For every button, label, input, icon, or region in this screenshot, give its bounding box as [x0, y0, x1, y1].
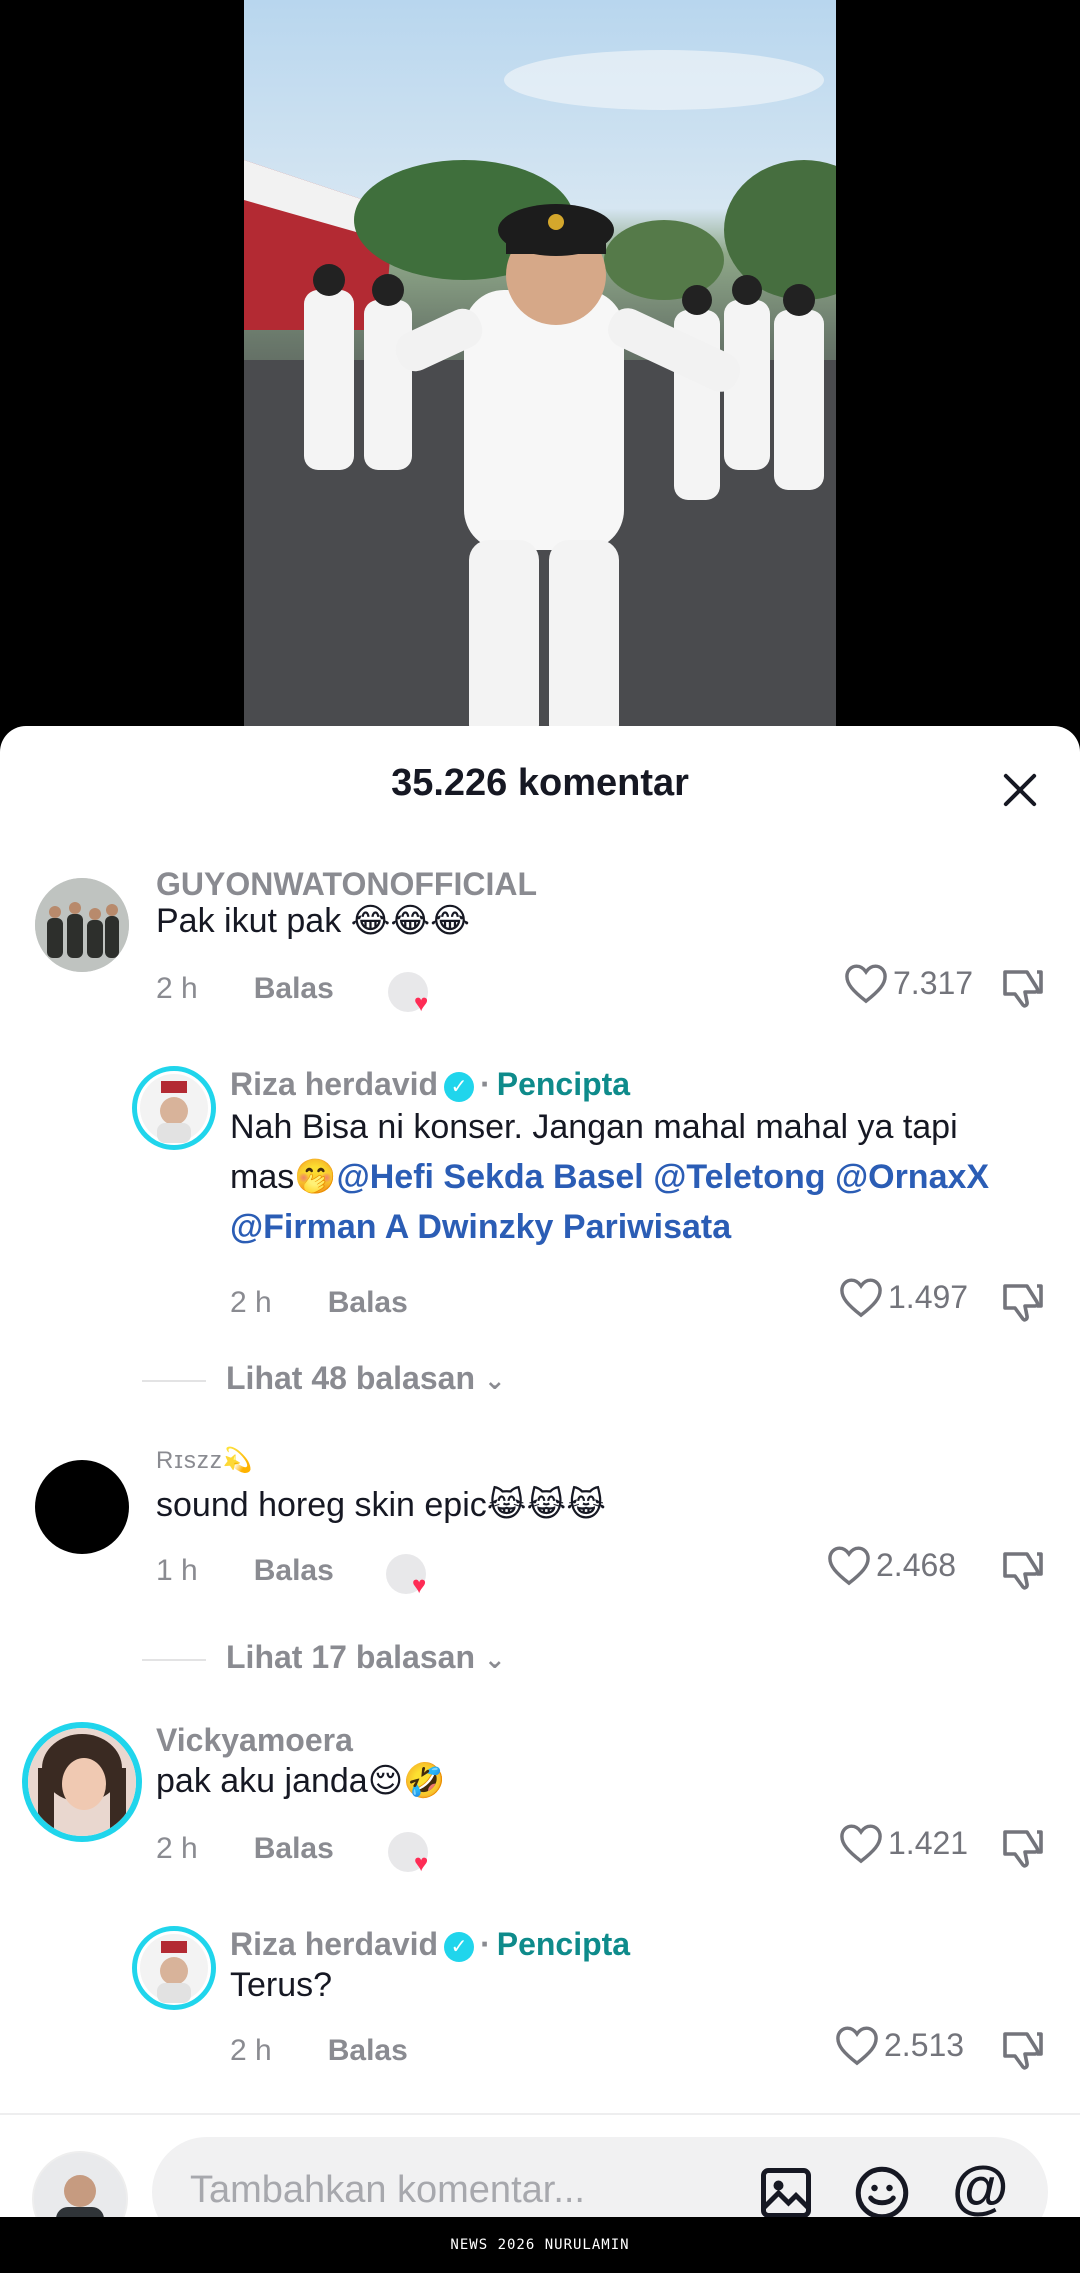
mention-link[interactable]: @Firman A Dwinzky Pariwisata — [230, 1208, 731, 1246]
comment-username[interactable]: Vickyamoera — [156, 1722, 353, 1759]
comment-text: sound horeg skin epic😹😹😹 — [156, 1486, 606, 1524]
emoji-icon[interactable] — [852, 2163, 912, 2223]
comment-username[interactable]: Riza herdavid ✓ · Pencipta — [230, 1066, 630, 1103]
reply-button[interactable]: Balas — [328, 2034, 408, 2067]
comment-input-placeholder: Tambahkan komentar... — [190, 2169, 585, 2211]
like-count: 2.468 — [876, 1546, 957, 1583]
comment-meta: 2 h Balas — [230, 1286, 408, 1320]
heart-icon — [840, 1824, 882, 1864]
watermark-footer: NEWS 2026 NURULAMIN — [0, 2217, 1080, 2273]
heart-icon — [828, 1546, 870, 1586]
dislike-icon[interactable] — [999, 1546, 1047, 1594]
like-count: 1.497 — [888, 1278, 969, 1315]
heart-icon — [836, 2026, 878, 2066]
like-button[interactable]: 7.317 — [843, 962, 973, 1004]
comment-text: pak aku janda😌🤣 — [156, 1762, 446, 1800]
like-button[interactable]: 2.468 — [826, 1544, 956, 1586]
heart-icon: ♥ — [414, 990, 429, 1017]
comment-username[interactable]: Rɪszz💫 — [156, 1446, 254, 1475]
comment-username[interactable]: Riza herdavid ✓ · Pencipta — [230, 1926, 630, 1963]
verified-icon: ✓ — [444, 1071, 475, 1102]
comment-time: 1 h — [156, 1554, 198, 1587]
like-count: 7.317 — [893, 964, 974, 1001]
avatar[interactable] — [22, 1722, 142, 1842]
like-count: 2.513 — [884, 2026, 965, 2063]
mention-link[interactable]: @Teletong — [653, 1158, 825, 1196]
heart-icon — [840, 1278, 882, 1318]
comment-meta: 1 h Balas — [156, 1554, 334, 1588]
reply-button[interactable]: Balas — [254, 972, 334, 1005]
dislike-icon[interactable] — [999, 2026, 1047, 2074]
video-frame[interactable] — [244, 0, 836, 745]
dislike-icon[interactable] — [999, 1278, 1047, 1326]
comment-meta: 2 h Balas — [156, 972, 334, 1006]
mention-icon[interactable]: @ — [952, 2155, 1009, 2221]
reply-button[interactable]: Balas — [254, 1832, 334, 1865]
mention-link[interactable]: @OrnaxX — [835, 1158, 989, 1196]
video-area[interactable] — [0, 0, 1080, 745]
avatar[interactable] — [35, 1460, 129, 1554]
comment-text: Terus? — [230, 1966, 333, 2004]
avatar[interactable] — [35, 878, 129, 972]
reply-button[interactable]: Balas — [328, 1286, 408, 1319]
comment-text: Pak ikut pak 😂😂😂 — [156, 902, 470, 940]
close-icon[interactable] — [996, 766, 1044, 814]
like-button[interactable]: 1.497 — [838, 1276, 968, 1318]
creator-avatar[interactable] — [132, 1926, 216, 2010]
creator-label: Pencipta — [496, 1066, 631, 1102]
video-scene — [244, 50, 836, 745]
comment-meta: 2 h Balas — [156, 1832, 334, 1866]
like-button[interactable]: 1.421 — [838, 1822, 968, 1864]
creator-label: Pencipta — [496, 1926, 631, 1962]
chevron-down-icon: ⌄ — [483, 1644, 506, 1674]
comment-meta: 2 h Balas — [230, 2034, 408, 2068]
like-count: 1.421 — [888, 1824, 969, 1861]
comment-time: 2 h — [230, 2034, 272, 2067]
reply-button[interactable]: Balas — [254, 1554, 334, 1587]
comment-time: 2 h — [230, 1286, 272, 1319]
view-replies-button[interactable]: Lihat 17 balasan ⌄ — [142, 1639, 506, 1676]
comment-time: 2 h — [156, 1832, 198, 1865]
heart-icon: ♥ — [414, 1850, 429, 1877]
heart-icon: ♥ — [412, 1572, 427, 1599]
view-replies-button[interactable]: Lihat 48 balasan ⌄ — [142, 1360, 506, 1397]
dislike-icon[interactable] — [999, 1824, 1047, 1872]
mention-link[interactable]: @Hefi Sekda Basel — [337, 1158, 644, 1196]
verified-icon: ✓ — [444, 1931, 475, 1962]
comment-count-title: 35.226 komentar — [391, 762, 689, 804]
creator-avatar[interactable] — [132, 1066, 216, 1150]
comment-time: 2 h — [156, 972, 198, 1005]
image-icon[interactable] — [756, 2163, 816, 2223]
heart-icon — [845, 964, 887, 1004]
comment-input-bar: Tambahkan komentar... @ — [0, 2113, 1080, 2247]
comment-text: Nah Bisa ni konser. Jangan mahal mahal y… — [230, 1108, 990, 1246]
like-button[interactable]: 2.513 — [834, 2024, 964, 2066]
dislike-icon[interactable] — [999, 964, 1047, 1012]
comment-sheet: 35.226 komentar GUYONWATONOFFICIAL Pak i… — [0, 726, 1080, 2226]
chevron-down-icon: ⌄ — [483, 1365, 506, 1395]
